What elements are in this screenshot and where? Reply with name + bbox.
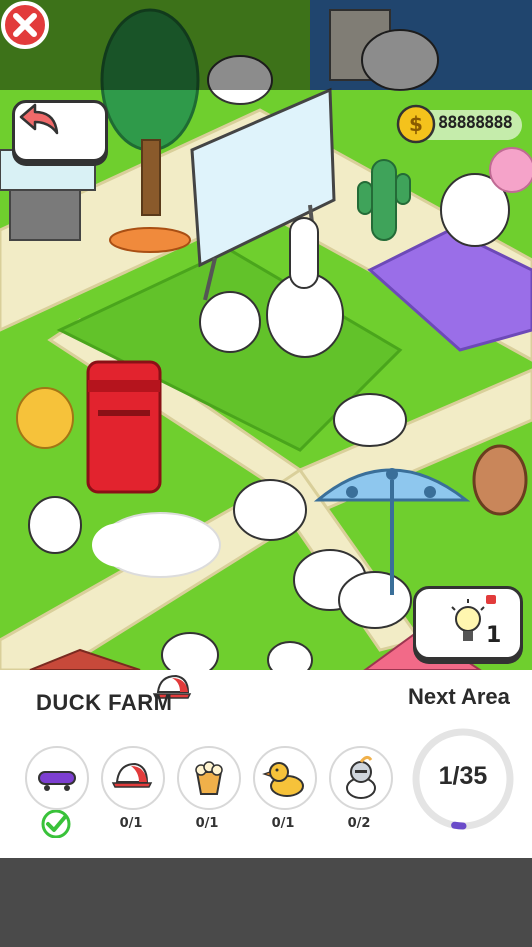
back-arrow-icon bbox=[19, 103, 59, 135]
next-area-label[interactable]: Next Area bbox=[408, 684, 510, 710]
coin-icon: $ bbox=[396, 104, 436, 144]
target-rubber-duck-count: 0/1 bbox=[271, 816, 295, 831]
game-scene[interactable]: $ 88888888 1 bbox=[0, 0, 532, 670]
cap-icon bbox=[111, 762, 153, 788]
target-skateboard[interactable] bbox=[25, 746, 89, 810]
svg-text:$: $ bbox=[409, 112, 423, 136]
coin-amount: 88888888 bbox=[438, 113, 513, 133]
popcorn-icon bbox=[195, 761, 223, 795]
target-knight-duck-count: 0/2 bbox=[347, 816, 371, 831]
level-title: DUCK FARM bbox=[36, 690, 173, 715]
target-knight-duck[interactable] bbox=[329, 746, 393, 810]
target-rubber-duck[interactable] bbox=[253, 746, 317, 810]
top-shade-overlay bbox=[0, 0, 532, 90]
knight-duck-icon bbox=[346, 755, 376, 799]
target-popcorn[interactable] bbox=[177, 746, 241, 810]
target-popcorn-count: 0/1 bbox=[195, 816, 219, 831]
progress-text: 1/35 bbox=[438, 762, 488, 790]
hint-count: 1 bbox=[486, 623, 502, 648]
wrong-tap-x-icon bbox=[1, 1, 49, 49]
target-cap[interactable] bbox=[101, 746, 165, 810]
objective-panel: DUCK FARM Next Area 0/1 0/1 0/1 0/2 1/35 bbox=[0, 670, 532, 858]
skateboard-icon bbox=[38, 771, 76, 791]
hint-button[interactable]: 1 bbox=[413, 586, 523, 660]
rubber-duck-icon bbox=[262, 762, 304, 797]
check-icon bbox=[41, 810, 71, 838]
target-cap-count: 0/1 bbox=[119, 816, 143, 831]
coin-balance: $ 88888888 bbox=[396, 104, 524, 144]
back-button[interactable] bbox=[12, 100, 108, 162]
